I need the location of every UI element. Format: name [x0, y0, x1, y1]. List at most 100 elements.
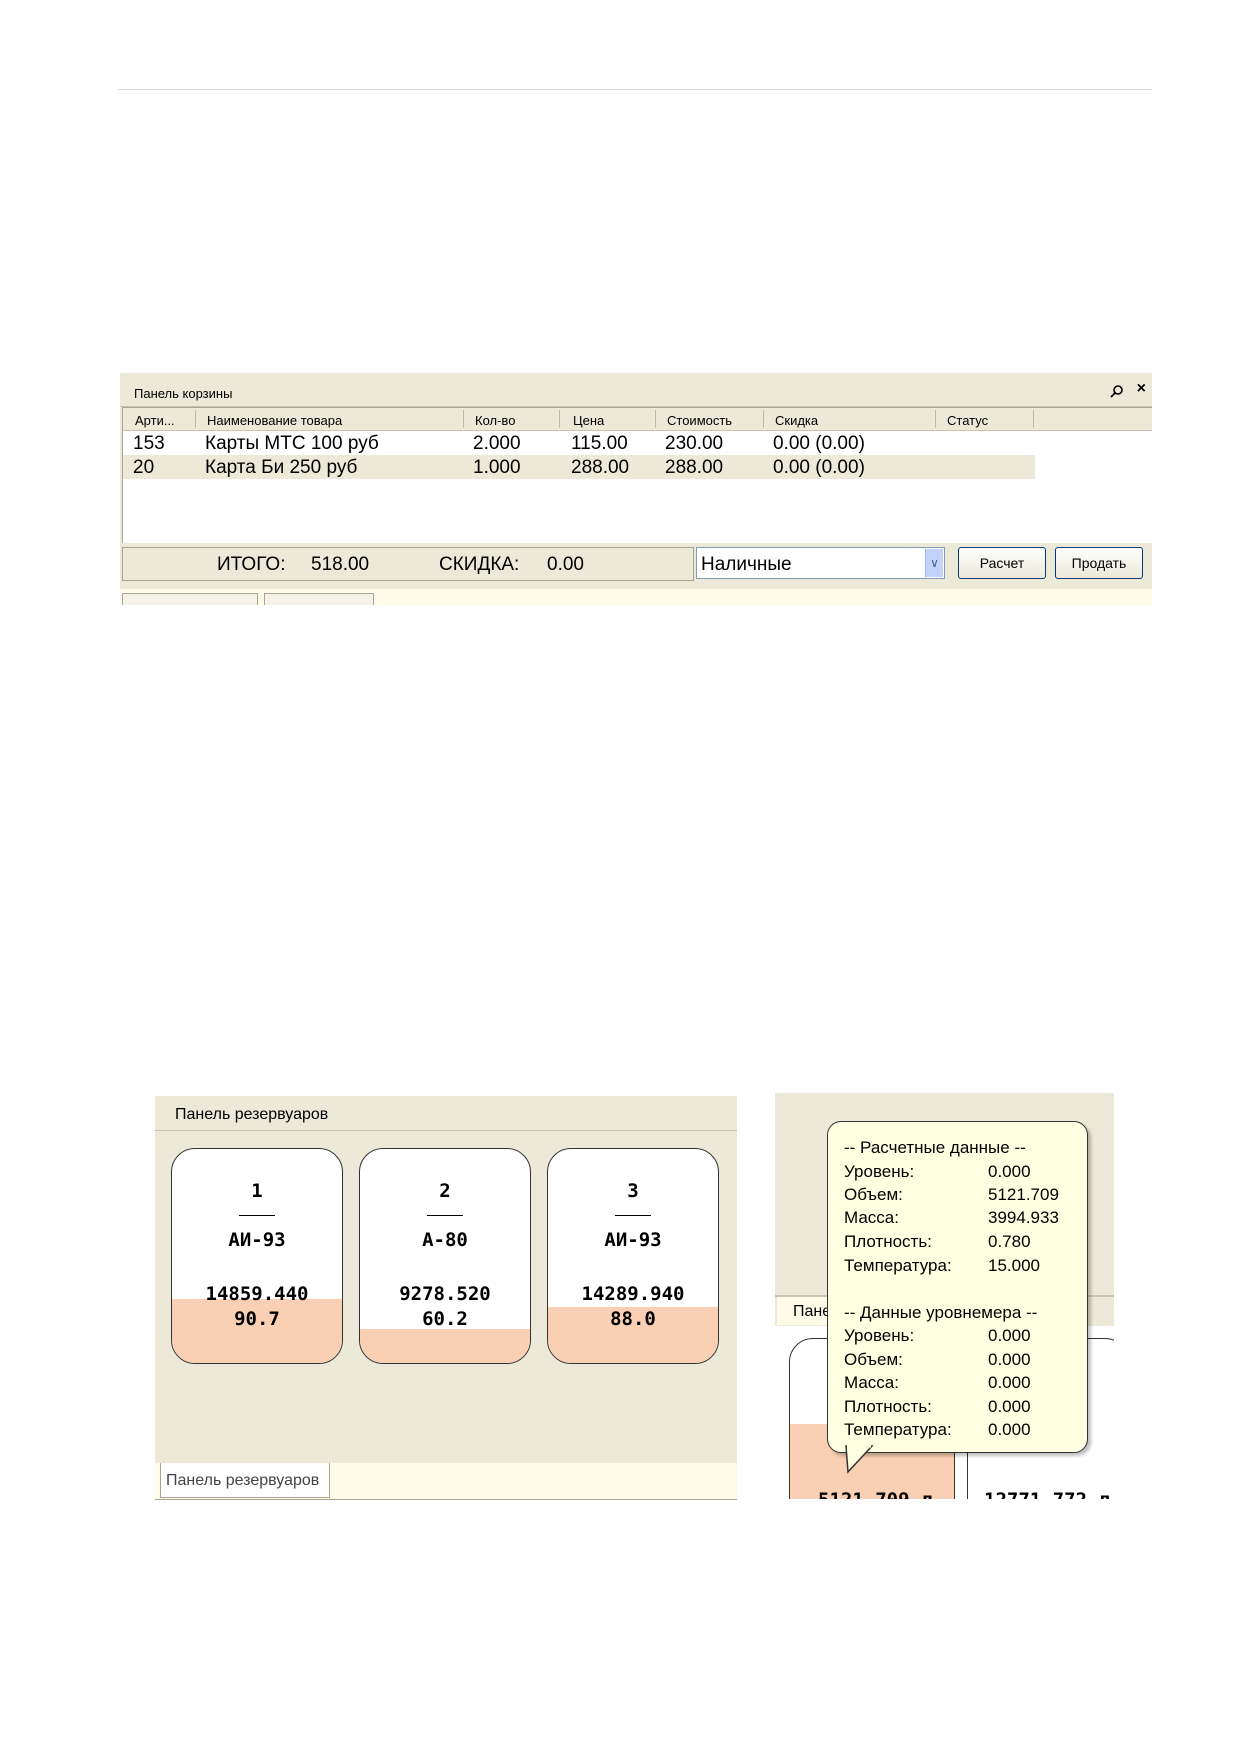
tooltip-value: 0.000 — [988, 1397, 1031, 1416]
cart-panel: Панель корзины × Арти... Наименование то… — [120, 373, 1152, 605]
payment-method-select[interactable]: Наличные ∨ — [696, 547, 945, 579]
tank-card[interactable]: 3 АИ-93 14289.940 88.0 — [547, 1148, 719, 1364]
tooltip-value: 15.000 — [988, 1256, 1040, 1275]
cart-panel-titlebar: Панель корзины × — [120, 373, 1152, 407]
tank-volume: 14289.940 — [581, 1283, 685, 1305]
tank-panel-title: Панель резервуаров — [175, 1106, 329, 1123]
table-row[interactable]: 20 Карта Би 250 руб 1.000 288.00 288.00 … — [123, 455, 1035, 479]
tank-volume: 12771.772 л — [984, 1489, 1110, 1499]
tank-percent: 88.0 — [610, 1308, 656, 1330]
cell-article: 153 — [133, 433, 165, 454]
tooltip-label: Масса: — [844, 1208, 899, 1227]
tank-fill — [360, 1328, 530, 1363]
tank-percent: 90.7 — [234, 1308, 280, 1330]
tank-card[interactable]: 1 АИ-93 14859.440 90.7 — [171, 1148, 343, 1364]
tab-tank-panel[interactable]: Панель резервуаров — [160, 1463, 330, 1498]
tooltip-label: Масса: — [844, 1373, 899, 1392]
tooltip-value: 3994.933 — [988, 1208, 1059, 1227]
tooltip-gauge-header: -- Данные уровнемера -- — [844, 1303, 1038, 1322]
tooltip-label: Плотность: — [844, 1232, 932, 1251]
cart-bottom-tabs — [120, 589, 1152, 605]
tooltip-value: 0.000 — [988, 1162, 1031, 1181]
column-separator[interactable] — [763, 410, 764, 428]
tank-panel-titlebar: Панель резервуаров — [155, 1096, 737, 1131]
column-separator[interactable] — [655, 410, 656, 428]
tank-divider — [239, 1215, 275, 1216]
tank-fuel-type: АИ-93 — [604, 1229, 662, 1251]
totals-box: ИТОГО: 518.00 СКИДКА: 0.00 — [122, 547, 694, 581]
cell-discount: 0.00 (0.00) — [773, 433, 865, 454]
tooltip-value: 0.000 — [988, 1373, 1031, 1392]
tank-number: 3 — [627, 1180, 639, 1202]
calculate-button[interactable]: Расчет — [958, 547, 1046, 579]
cell-qty: 2.000 — [473, 433, 521, 454]
column-separator[interactable] — [1033, 410, 1034, 428]
tooltip-label: Объем: — [844, 1350, 903, 1369]
cell-cost: 230.00 — [665, 433, 724, 454]
tank-volume: 5121.709 л — [818, 1489, 932, 1499]
column-header-price[interactable]: Цена — [573, 413, 604, 428]
discount-value: 0.00 — [547, 554, 584, 575]
tank-volume: 9278.520 — [399, 1283, 491, 1305]
tank-volume: 14859.440 — [205, 1283, 309, 1305]
total-label: ИТОГО: — [217, 554, 286, 575]
tank-fuel-type: АИ-93 — [228, 1229, 286, 1251]
tank-panel-tabbar: Панель резервуаров — [155, 1463, 737, 1499]
tank-tooltip: -- Расчетные данные -- Уровень: 0.000 Об… — [827, 1121, 1088, 1474]
payment-method-value: Наличные — [701, 554, 792, 575]
tank-divider — [427, 1215, 463, 1216]
tooltip-label: Уровень: — [844, 1162, 915, 1181]
tooltip-value: 0.000 — [988, 1420, 1031, 1439]
column-separator[interactable] — [195, 410, 196, 428]
column-header-qty[interactable]: Кол-во — [475, 413, 515, 428]
cell-name: Карта Би 250 руб — [205, 457, 358, 478]
tank-tooltip-view: Пане 5121.709 л 12771.772 л -- Расчетные… — [775, 1093, 1114, 1499]
column-separator[interactable] — [463, 410, 464, 428]
page-divider — [118, 89, 1152, 90]
cell-price: 288.00 — [571, 457, 630, 478]
column-header-discount[interactable]: Скидка — [775, 413, 818, 428]
tooltip-value: 0.780 — [988, 1232, 1031, 1251]
tank-percent: 60.2 — [422, 1308, 468, 1330]
discount-label: СКИДКА: — [439, 554, 520, 575]
cell-qty: 1.000 — [473, 457, 521, 478]
column-separator[interactable] — [559, 410, 560, 428]
cart-grid: Арти... Наименование товара Кол-во Цена … — [122, 407, 1152, 543]
close-icon[interactable]: × — [1137, 381, 1146, 397]
tank-fuel-type: А-80 — [422, 1229, 468, 1251]
column-header-article[interactable]: Арти... — [135, 413, 175, 428]
column-header-name[interactable]: Наименование товара — [207, 413, 342, 428]
cell-discount: 0.00 (0.00) — [773, 457, 865, 478]
table-row[interactable]: 153 Карты МТС 100 руб 2.000 115.00 230.0… — [123, 431, 1035, 455]
tab-tank-panel-label: Панель резервуаров — [166, 1472, 320, 1489]
tank-card[interactable]: 2 А-80 9278.520 60.2 — [359, 1148, 531, 1364]
tank-number: 1 — [251, 1180, 263, 1202]
bottom-tab[interactable] — [264, 593, 374, 605]
column-header-cost[interactable]: Стоимость — [667, 413, 732, 428]
sell-button[interactable]: Продать — [1055, 547, 1143, 579]
tank-number: 2 — [439, 1180, 451, 1202]
cart-panel-title: Панель корзины — [134, 386, 233, 401]
column-separator[interactable] — [935, 410, 936, 428]
tank-divider — [615, 1215, 651, 1216]
cell-name: Карты МТС 100 руб — [205, 433, 379, 454]
bottom-tab[interactable] — [122, 593, 258, 605]
chevron-down-icon[interactable]: ∨ — [925, 549, 943, 577]
cell-price: 115.00 — [571, 433, 628, 454]
column-header-status[interactable]: Статус — [947, 413, 988, 428]
tank-panel: Панель резервуаров 1 АИ-93 14859.440 90.… — [155, 1096, 737, 1500]
total-value: 518.00 — [311, 554, 370, 575]
tooltip-calc-header: -- Расчетные данные -- — [844, 1138, 1026, 1157]
tab-tank-panel-label: Пане — [793, 1303, 832, 1320]
tooltip-label: Уровень: — [844, 1326, 915, 1345]
tooltip-label: Плотность: — [844, 1397, 932, 1416]
cell-article: 20 — [133, 457, 155, 478]
tooltip-value: 0.000 — [988, 1350, 1031, 1369]
tooltip-label: Температура: — [844, 1420, 952, 1439]
pin-icon[interactable] — [1110, 384, 1124, 398]
tooltip-value: 5121.709 — [988, 1185, 1059, 1204]
tooltip-label: Объем: — [844, 1185, 903, 1204]
cart-grid-header: Арти... Наименование товара Кол-во Цена … — [123, 408, 1152, 431]
tooltip-value: 0.000 — [988, 1326, 1031, 1345]
tooltip-label: Температура: — [844, 1256, 952, 1275]
